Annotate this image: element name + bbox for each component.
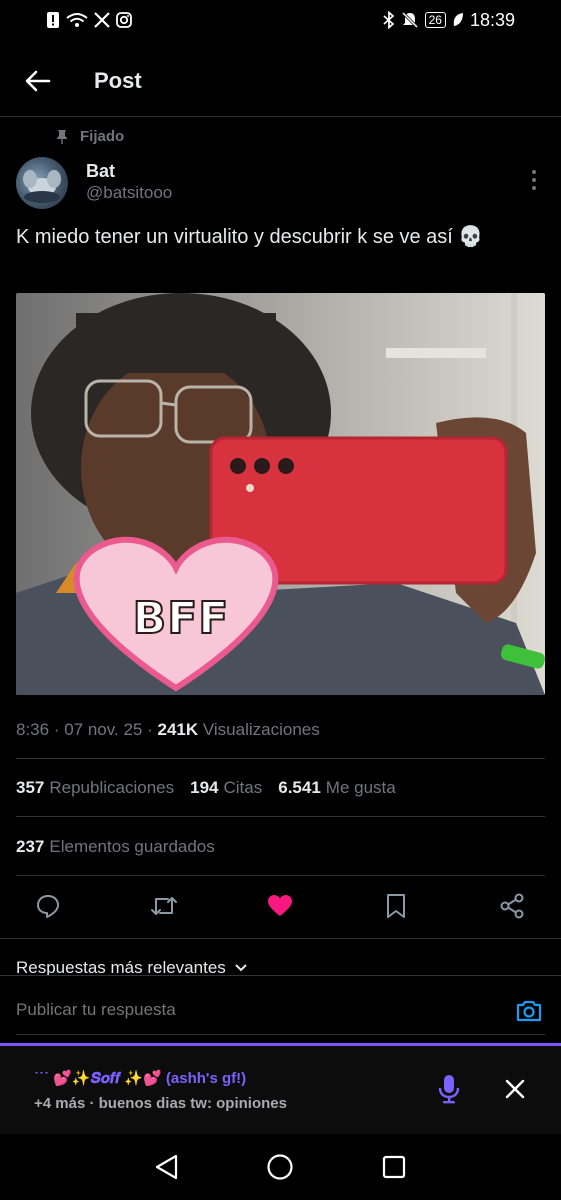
- quotes-stat[interactable]: 194 Citas: [190, 778, 262, 798]
- repost-icon: [151, 897, 177, 915]
- triangle-back-icon: [155, 1154, 177, 1180]
- saved-label: Elementos guardados: [49, 837, 215, 856]
- arrow-left-icon: [25, 70, 51, 92]
- saved-count: 237: [16, 837, 45, 856]
- pinned-indicator: Fijado: [56, 128, 124, 145]
- bookmark-icon: [387, 894, 405, 918]
- pin-icon: [57, 129, 67, 144]
- microphone-icon: [438, 1075, 460, 1104]
- system-nav-bar: [0, 1134, 561, 1200]
- more-options-button[interactable]: [522, 168, 546, 192]
- share-icon: [500, 893, 524, 919]
- repost-button[interactable]: [146, 888, 182, 924]
- camera-button[interactable]: [513, 995, 545, 1027]
- space-subtitle: +4 más · buenos dias tw: opiniones: [34, 1095, 287, 1112]
- reply-input[interactable]: [16, 1000, 496, 1020]
- x-logo-icon: [94, 12, 110, 28]
- likes-label: Me gusta: [325, 778, 396, 797]
- header: Post: [0, 50, 561, 112]
- divider: [0, 975, 561, 976]
- views-label: Visualizaciones: [202, 720, 320, 739]
- space-banner[interactable]: ˙˙˙ 💕✨𝑺𝒐𝒇𝒇 ✨💕 (ashh's gf!) +4 más · buen…: [0, 1046, 561, 1134]
- bluetooth-icon: [383, 11, 395, 29]
- reply-underline: [16, 1034, 545, 1035]
- reposts-count: 357: [16, 778, 45, 797]
- sticker-label: BFF: [132, 592, 230, 645]
- alert-icon: [46, 11, 60, 29]
- nav-back-button[interactable]: [147, 1147, 187, 1187]
- author-name[interactable]: Bat: [86, 160, 172, 182]
- camera-icon: [516, 1000, 542, 1022]
- mic-button[interactable]: [436, 1072, 462, 1106]
- close-space-button[interactable]: [502, 1076, 528, 1102]
- like-button[interactable]: [262, 888, 298, 924]
- leaf-icon: [452, 12, 464, 28]
- like-icon: [268, 895, 292, 916]
- close-icon: [505, 1079, 525, 1099]
- author-info[interactable]: Bat @batsitooo: [86, 160, 172, 204]
- tweet-meta: 8:36 · 07 nov. 25 · 241K Visualizaciones: [16, 720, 320, 740]
- bookmark-button[interactable]: [378, 888, 414, 924]
- back-button[interactable]: [18, 61, 58, 101]
- avatar[interactable]: [16, 157, 68, 209]
- mute-icon: [401, 11, 419, 29]
- more-dot-icon: [532, 186, 536, 190]
- status-time: 18:39: [469, 9, 515, 30]
- divider: [16, 758, 545, 759]
- header-divider: [0, 116, 561, 117]
- saved-stat[interactable]: 237 Elementos guardados: [16, 837, 215, 857]
- likes-count: 6.541: [278, 778, 321, 797]
- divider: [0, 938, 561, 939]
- reply-icon: [37, 895, 59, 918]
- tweet-text: K miedo tener un virtualito y descubrir …: [16, 226, 484, 248]
- likes-stat[interactable]: 6.541 Me gusta: [278, 778, 395, 798]
- space-title: ˙˙˙ 💕✨𝑺𝒐𝒇𝒇 ✨💕 (ashh's gf!): [34, 1070, 247, 1087]
- status-bar: 26 18:39: [0, 0, 561, 40]
- meta-separator: ·: [147, 720, 158, 739]
- tweet-photo[interactable]: BFF: [16, 293, 545, 695]
- status-right-icons: 26 18:39: [383, 10, 515, 31]
- meta-separator: ·: [53, 720, 65, 739]
- quotes-label: Citas: [223, 778, 263, 797]
- divider: [16, 816, 545, 817]
- reposts-stat[interactable]: 357 Republicaciones: [16, 778, 174, 798]
- tweet-time: 8:36: [16, 720, 50, 739]
- divider: [16, 875, 545, 876]
- nav-home-button[interactable]: [260, 1147, 300, 1187]
- reposts-label: Republicaciones: [49, 778, 175, 797]
- status-left-icons: [46, 11, 132, 29]
- tweet-date: 07 nov. 25: [64, 720, 143, 739]
- quotes-count: 194: [190, 778, 219, 797]
- reply-composer: [0, 975, 561, 1045]
- battery-icon: 26: [424, 12, 446, 28]
- more-dot-icon: [532, 170, 536, 174]
- chevron-down-icon: [235, 964, 247, 972]
- page-title: Post: [94, 68, 142, 93]
- views-count: 241K: [157, 720, 199, 739]
- more-dot-icon: [532, 178, 536, 182]
- share-button[interactable]: [494, 888, 530, 924]
- engagement-stats: 357 Republicaciones 194 Citas 6.541 Me gust…: [16, 778, 396, 798]
- action-bar: [30, 888, 530, 924]
- instagram-icon: [116, 12, 132, 28]
- reply-button[interactable]: [30, 888, 66, 924]
- square-recents-icon: [383, 1155, 406, 1179]
- author-handle[interactable]: @batsitooo: [86, 182, 172, 204]
- pinned-label: Fijado: [80, 128, 125, 145]
- nav-recents-button[interactable]: [374, 1147, 414, 1187]
- wifi-icon: [66, 12, 88, 28]
- circle-home-icon: [267, 1154, 294, 1180]
